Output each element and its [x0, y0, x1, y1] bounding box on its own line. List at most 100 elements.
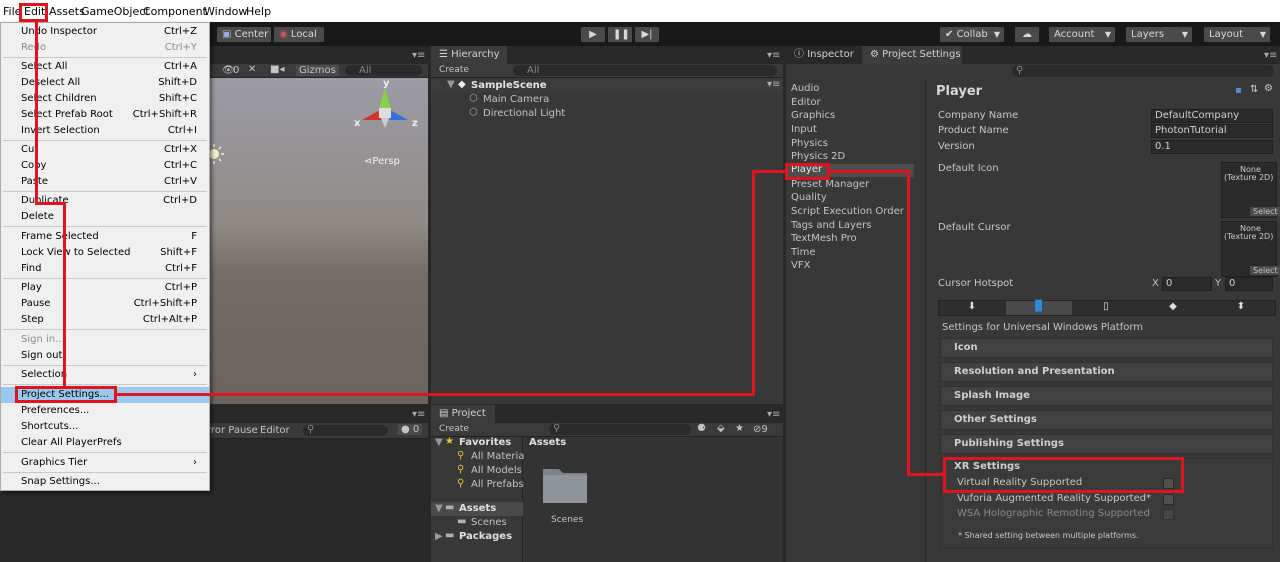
section-splash-image[interactable]: Splash Image [940, 386, 1273, 406]
menu-item-delete[interactable]: Delete [1, 209, 209, 225]
panel-menu-icon[interactable]: ▾≡ [412, 50, 425, 61]
list-item[interactable]: Scenes [471, 517, 507, 528]
menu-item-sign-out[interactable]: Sign out [1, 348, 209, 364]
menu-assets[interactable]: Assets [49, 5, 85, 18]
scene-gizmo[interactable]: y x z [352, 78, 420, 144]
list-item[interactable]: ⬡ Directional Light [431, 107, 783, 121]
menu-item-pause[interactable]: Pause Ctrl+Shift+P [1, 296, 209, 312]
nav-item-time[interactable]: Time [791, 247, 815, 258]
nav-item-quality[interactable]: Quality [791, 192, 827, 203]
gear-icon[interactable]: ⚙ [1264, 83, 1273, 94]
menu-item-lock-view[interactable]: Lock View to Selected Shift+F [1, 245, 209, 261]
layout-dropdown[interactable]: Layout ▼ [1203, 26, 1271, 43]
menu-item-play[interactable]: Play Ctrl+P [1, 280, 209, 296]
expand-arrow-icon[interactable]: ▼ [435, 437, 443, 448]
menu-item-deselect-all[interactable]: Deselect All Shift+D [1, 75, 209, 91]
scene-menu-icon[interactable]: ▾≡ [767, 79, 780, 90]
preset-icon[interactable]: ⇅ [1250, 84, 1258, 95]
nav-item-script-execution-order[interactable]: Script Execution Order [791, 206, 904, 217]
star-icon[interactable]: ★ [735, 423, 744, 434]
tab-project[interactable]: ▤ Project [431, 405, 495, 423]
list-item[interactable]: ⬡ Main Camera [431, 93, 783, 107]
menu-item-find[interactable]: Find Ctrl+F [1, 261, 209, 277]
label-icon[interactable]: ⬙ [717, 423, 725, 434]
menu-item-copy[interactable]: Copy Ctrl+C [1, 158, 209, 174]
settings-search-input[interactable]: ⚲ [1012, 65, 1274, 77]
platform-tab-mobile[interactable]: ▯ [1073, 301, 1139, 315]
expand-arrow-icon[interactable]: ▼ [435, 503, 443, 514]
nav-item-physics-2d[interactable]: Physics 2D [791, 151, 845, 162]
pivot-local-button[interactable]: ◉ Local [273, 26, 325, 43]
menu-item-shortcuts[interactable]: Shortcuts... [1, 419, 209, 435]
tab-hierarchy[interactable]: ☰ Hierarchy [431, 46, 507, 64]
menu-item-frame-selected[interactable]: Frame Selected F [1, 229, 209, 245]
scene-row[interactable]: ▼ ◆ SampleScene ▾≡ [431, 79, 783, 93]
nav-item-preset-manager[interactable]: Preset Manager [791, 179, 869, 190]
select-button[interactable]: Select [1250, 266, 1280, 275]
section-resolution-and-presentation[interactable]: Resolution and Presentation [940, 362, 1273, 382]
hierarchy-create-button[interactable]: Create [439, 65, 469, 75]
nav-item-audio[interactable]: Audio [791, 83, 819, 94]
message-count[interactable]: ● 0 [398, 424, 423, 435]
tools-icon[interactable]: ✕ [248, 64, 256, 75]
menu-item-graphics-tier[interactable]: Graphics Tier › [1, 455, 209, 471]
company-name-field[interactable]: DefaultCompany [1151, 109, 1273, 123]
step-button[interactable]: ▶| [634, 26, 660, 43]
menu-item-step[interactable]: Step Ctrl+Alt+P [1, 312, 209, 328]
scene-search-input[interactable]: All [345, 65, 422, 76]
menu-item-undo-inspector[interactable]: Undo Inspector Ctrl+Z [1, 24, 209, 40]
menu-item-select-all[interactable]: Select All Ctrl+A [1, 59, 209, 75]
platform-tab-other[interactable]: ⬍ [1207, 301, 1275, 315]
collab-button[interactable]: ✔ Collab ▼ [939, 26, 1005, 43]
menu-item-cut[interactable]: Cut Ctrl+X [1, 142, 209, 158]
filter-type-icon[interactable]: ⚈ [697, 423, 706, 434]
hidden-packages-toggle[interactable]: ⊘9 [753, 424, 768, 435]
expand-arrow-icon[interactable]: ▶ [435, 531, 443, 542]
tab-project-settings[interactable]: ⚙ Project Settings [862, 46, 962, 64]
help-icon[interactable]: ▪ [1235, 85, 1242, 96]
console-search-input[interactable]: ⚲ [303, 424, 388, 436]
packages-label[interactable]: Packages [459, 531, 512, 542]
section-icon[interactable]: Icon [940, 338, 1273, 358]
menu-window[interactable]: Window [204, 5, 247, 18]
menu-item-selection[interactable]: Selection › [1, 367, 209, 383]
cloud-button[interactable]: ☁ [1014, 26, 1040, 43]
nav-item-editor[interactable]: Editor [791, 97, 821, 108]
menu-item-invert-selection[interactable]: Invert Selection Ctrl+I [1, 123, 209, 139]
section-publishing-settings[interactable]: Publishing Settings [940, 434, 1273, 454]
nav-item-graphics[interactable]: Graphics [791, 110, 835, 121]
menu-item-paste[interactable]: PasteCtrl+V [1, 174, 209, 190]
layers-dropdown[interactable]: Layers ▼ [1125, 26, 1193, 43]
play-button[interactable]: ▶ [580, 26, 606, 43]
select-button[interactable]: Select [1250, 207, 1280, 216]
menu-item-preferences[interactable]: Preferences... [1, 403, 209, 419]
list-item[interactable]: All Prefabs [471, 479, 524, 490]
expand-arrow-icon[interactable]: ▼ [447, 79, 455, 90]
panel-menu-icon[interactable]: ▾≡ [412, 409, 425, 420]
default-cursor-slot[interactable]: None (Texture 2D) Select [1221, 221, 1280, 277]
menu-item-select-children[interactable]: Select Children Shift+C [1, 91, 209, 107]
assets-row[interactable]: ▼ ▬ Assets [431, 502, 523, 516]
menu-component[interactable]: Component [143, 5, 207, 18]
vuforia-checkbox[interactable] [1163, 494, 1174, 505]
section-other-settings[interactable]: Other Settings [940, 410, 1273, 430]
list-item[interactable]: All Models [471, 465, 522, 476]
editor-dropdown[interactable]: Editor [260, 425, 290, 436]
pause-button[interactable]: ❚❚ [607, 26, 633, 43]
camera-icon[interactable]: ■◂ [270, 64, 284, 75]
panel-menu-icon[interactable]: ▾≡ [767, 50, 780, 61]
nav-item-textmesh-pro[interactable]: TextMesh Pro [791, 233, 857, 244]
platform-tab-uwp[interactable]: ▉ [1006, 301, 1072, 315]
pivot-center-button[interactable]: ▣ Center [216, 26, 272, 43]
folder-icon[interactable] [541, 463, 589, 505]
gizmos-dropdown[interactable]: Gizmos [296, 65, 339, 76]
menu-item-duplicate[interactable]: Duplicate Ctrl+D [1, 193, 209, 209]
account-dropdown[interactable]: Account ▼ [1048, 26, 1116, 43]
nav-item-tags-and-layers[interactable]: Tags and Layers [791, 220, 871, 231]
panel-menu-icon[interactable]: ▾≡ [767, 409, 780, 420]
project-search-input[interactable]: ⚲ [549, 423, 691, 435]
panel-menu-icon[interactable]: ▾≡ [1264, 50, 1277, 61]
list-item[interactable]: All Material [471, 451, 527, 462]
menu-item-select-prefab-root[interactable]: Select Prefab Root Ctrl+Shift+R [1, 107, 209, 123]
error-pause-toggle[interactable]: rror Pause [207, 425, 258, 436]
